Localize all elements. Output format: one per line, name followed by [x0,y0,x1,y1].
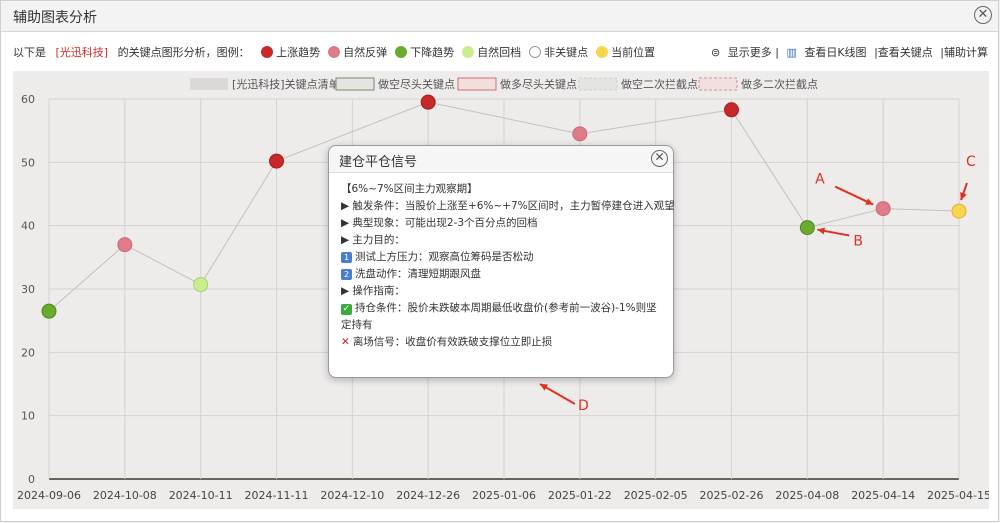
signal-popup: 建仓平仓信号 ✕ 【6%~7%区间主力观察期】 ▶ 触发条件：当股价上涨至+6%… [328,145,675,378]
data-point [799,220,815,236]
dialog-titlebar: 辅助图表分析 ✕ [1,1,998,32]
x-tick-label: 2024-10-08 [93,489,157,502]
annotation-label: D [578,398,589,414]
series-legend-label: 做空二次拦截点 [621,77,698,91]
data-point [117,237,133,253]
data-point [875,201,891,217]
x-tick-label: 2024-12-26 [396,489,460,502]
x-axis-ticks: 2024-09-06 2024-10-08 2024-10-11 2024-11-11… [17,489,991,502]
x-tick-label: 2025-01-22 [548,489,612,502]
legend-dot-2 [395,46,408,58]
x-tick-label: 2024-11-11 [245,489,309,502]
legend-dot-1 [328,46,341,58]
check-icon: ✓ [341,304,352,315]
data-point [420,94,436,110]
popup-line-text: 测试上方压力：观察高位筹码是否松动 [355,251,534,263]
data-point [951,203,967,219]
series-legend-label: [光迅科技]关键点清单 [232,77,340,91]
x-tick-label: 2025-04-08 [775,489,839,502]
y-tick-label: 30 [21,283,35,296]
x-tick-label: 2025-04-15 [927,489,989,502]
popup-line-text: 持仓条件：股价未跌破本周期最低收盘价(参考前一波谷)-1%则坚定持有 [341,302,657,331]
legend-prefix: 以下是 [13,46,46,59]
series-legend-label: 做多尽头关键点 [500,77,577,91]
series-legend: [光迅科技]关键点清单 做空尽头关键点 做多尽头关键点 做空二次拦截点 做多二次拦截点 [190,77,818,91]
x-tick-label: 2025-01-06 [472,489,536,502]
legend-label: 上涨趋势 [276,46,321,59]
popup-header: 建仓平仓信号 ✕ [329,146,673,173]
popup-line: ▶ 触发条件：当股价上涨至+6%~+7%区间时，主力暂停建仓进入观望 [341,200,675,212]
y-axis-ticks: 0 10 20 30 40 50 60 [21,93,35,486]
data-point [269,153,284,169]
legend-label: 当前位置 [611,46,656,59]
stock-name: [光迅科技] [55,46,109,59]
chart-analysis-dialog: 辅助图表分析 ✕ 以下是 [光迅科技] 的关键点图形分析，图例： 上涨趋势 自然反… [0,0,999,522]
series-legend-label: 做多二次拦截点 [741,77,818,91]
series-legend-swatch [335,77,375,91]
popup-line-text: 离场信号：收盘价有效跌破支撑位立即止损 [352,336,553,348]
view-keypoints-link[interactable]: |查看关键点 [874,44,933,60]
annotation-label: B [853,234,863,250]
legend-label: 自然回档 [477,46,522,59]
popup-line-text: 洗盘动作：清理短期跟风盘 [355,268,481,280]
popup-line: ▶ 主力目的： [341,234,405,246]
series-legend-swatch [457,77,497,91]
legend-suffix: 的关键点图形分析，图例： [117,46,250,59]
popup-close-icon[interactable]: ✕ [651,150,668,167]
popup-line: ▶ 操作指南： [341,285,405,297]
x-tick-label: 2024-12-10 [320,489,384,502]
popup-line: ▶ 典型现象：可能出现2-3个百分点的回档 [341,217,538,229]
show-more-icon[interactable]: ⊜ [711,46,720,59]
data-point [193,277,209,293]
legend-items: 上涨趋势 自然反弹 下降趋势 自然回档 非关键点 当前位置 [253,44,655,60]
show-more-link[interactable]: 显示更多 | [728,44,779,60]
close-icon[interactable]: ✕ [974,6,992,24]
popup-line-numbered: 2 洗盘动作：清理短期跟风盘 [341,266,661,283]
legend-dot-5 [596,46,609,58]
legend-dot-4 [529,46,542,58]
data-point [572,126,588,142]
x-tick-label: 2025-02-26 [700,489,764,502]
legend-dot-0 [261,46,274,58]
view-kline-link[interactable]: 查看日K线图 [804,44,866,60]
dialog-title: 辅助图表分析 [13,10,97,26]
popup-line: 【6%~7%区间主力观察期】 [341,183,478,195]
series-legend-swatch [698,77,738,91]
x-tick-label: 2024-09-06 [17,489,81,502]
annotation-label: C [966,154,976,170]
popup-line-exit: ✕ 离场信号：收盘价有效跌破支撑位立即止损 [341,334,661,351]
y-tick-label: 0 [28,473,35,486]
cross-icon: ✕ [341,336,350,348]
toolbar-links: ⊜ 显示更多 | ▥ 查看日K线图 |查看关键点 |辅助计算 [707,44,988,60]
y-tick-label: 10 [21,410,35,423]
y-tick-label: 50 [21,156,35,169]
data-point [724,102,739,118]
annotation-arrow-head [817,227,826,235]
annotation-arrow-head [960,192,967,201]
legend-bar: 以下是 [光迅科技] 的关键点图形分析，图例： 上涨趋势 自然反弹 下降趋势 自然回档… [13,44,988,62]
legend-label: 非关键点 [544,46,589,59]
series-legend-label: 做空尽头关键点 [378,77,455,91]
x-tick-label: 2025-02-05 [624,489,688,502]
popup-title: 建仓平仓信号 [339,155,418,170]
aux-calc-link[interactable]: |辅助计算 [940,44,988,60]
popup-line-numbered: 1 测试上方压力：观察高位筹码是否松动 [341,249,661,266]
popup-body: 【6%~7%区间主力观察期】 ▶ 触发条件：当股价上涨至+6%~+7%区间时，主… [329,173,675,351]
legend-dot-3 [462,46,475,58]
annotation-label: A [815,172,825,188]
popup-line-check: ✓ 持仓条件：股价未跌破本周期最低收盘价(参考前一波谷)-1%则坚定持有 [341,300,661,334]
kline-icon[interactable]: ▥ [786,46,796,59]
data-point [41,303,57,319]
legend-label: 下降趋势 [410,46,455,59]
series-legend-swatch [578,77,618,91]
x-tick-label: 2024-10-11 [169,489,233,502]
number-two-icon: 2 [341,269,352,280]
series-legend-swatch [190,78,228,90]
y-tick-label: 60 [21,93,35,106]
x-tick-label: 2025-04-14 [851,489,915,502]
y-tick-label: 40 [21,220,35,233]
number-one-icon: 1 [341,252,352,263]
y-tick-label: 20 [21,346,35,359]
legend-label: 自然反弹 [343,46,388,59]
